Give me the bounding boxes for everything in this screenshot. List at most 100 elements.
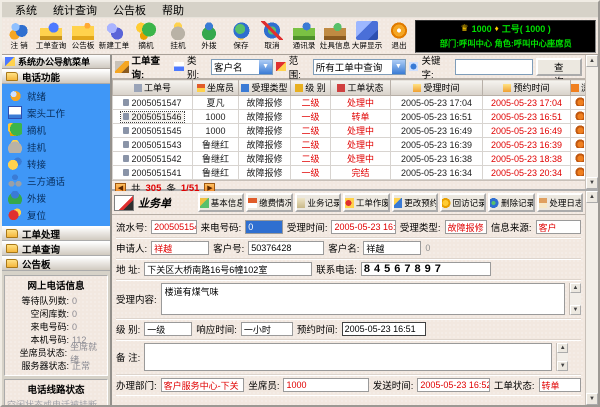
scroll-down-icon[interactable]: ▼ bbox=[586, 393, 598, 405]
toolbar-button[interactable]: 公告板 bbox=[67, 19, 97, 53]
level-field[interactable]: 一级 bbox=[144, 322, 192, 336]
table-row[interactable]: 2005051541 鲁继红 故障报修 一级 完结 2005-05-23 16:… bbox=[113, 166, 589, 180]
toolbar-button[interactable]: 摘机 bbox=[131, 19, 161, 53]
cell-order-no[interactable]: 2005051543 bbox=[113, 138, 193, 152]
cell-level[interactable]: 二级 bbox=[291, 124, 331, 138]
customer-name-field[interactable]: 祥越 bbox=[363, 241, 421, 255]
send-time-field[interactable]: 2005-05-23 16:52 bbox=[417, 378, 490, 392]
cell-appoint-time[interactable]: 2005-05-23 18:38 bbox=[483, 152, 571, 166]
sidebar-item[interactable]: 就绪 bbox=[8, 87, 110, 104]
applicant-field[interactable]: 祥越 bbox=[151, 241, 209, 255]
cell-accept-time[interactable]: 2005-05-23 16:49 bbox=[391, 124, 483, 138]
phone-field[interactable]: 84567897 bbox=[361, 262, 491, 276]
cell-level[interactable]: 一级 bbox=[291, 166, 331, 180]
sidebar-item[interactable]: 三方通话 bbox=[8, 172, 110, 189]
sidebar-item[interactable]: 复位 bbox=[8, 206, 110, 223]
cell-status[interactable]: 处理中 bbox=[331, 124, 391, 138]
toolbar-button[interactable]: 通讯录 bbox=[288, 19, 318, 53]
cell-order-no[interactable]: 2005051546 bbox=[113, 110, 193, 124]
scroll-down-icon[interactable]: ▼ bbox=[570, 305, 581, 315]
cell-appoint-time[interactable]: 2005-05-23 20:34 bbox=[483, 166, 571, 180]
toolbar-button[interactable]: 取消 bbox=[257, 19, 287, 53]
table-row[interactable]: 2005051547 夏凡 故障报修 二级 处理中 2005-05-23 17:… bbox=[113, 96, 589, 110]
browse-icon[interactable] bbox=[575, 125, 584, 134]
cell-agent[interactable]: 1000 bbox=[193, 110, 239, 124]
table-row[interactable]: 2005051545 1000 故障报修 二级 处理中 2005-05-23 1… bbox=[113, 124, 589, 138]
cell-status[interactable]: 完结 bbox=[331, 166, 391, 180]
address-field[interactable]: 下关区大桥南路16号6幢102室 bbox=[144, 262, 312, 276]
toolbar-button[interactable]: 注 销 bbox=[4, 19, 34, 53]
column-header[interactable]: 工单号 bbox=[113, 80, 193, 96]
browse-icon[interactable] bbox=[575, 139, 584, 148]
cell-level[interactable]: 二级 bbox=[291, 138, 331, 152]
cell-appoint-time[interactable]: 2005-05-23 17:04 bbox=[483, 96, 571, 110]
business-tab-button[interactable]: 基本信息 bbox=[198, 193, 244, 212]
response-field[interactable]: 一小时 bbox=[241, 322, 293, 336]
cell-order-no[interactable]: 2005051545 bbox=[113, 124, 193, 138]
cell-type[interactable]: 故障报修 bbox=[239, 138, 291, 152]
order-status-field[interactable]: 转单 bbox=[539, 378, 581, 392]
table-row[interactable]: 2005051542 鲁继红 故障报修 二级 处理中 2005-05-23 16… bbox=[113, 152, 589, 166]
content-scrollbar[interactable]: ▲▼ bbox=[569, 283, 581, 315]
column-header[interactable]: 受理时间 bbox=[391, 80, 483, 96]
cell-level[interactable]: 二级 bbox=[291, 152, 331, 166]
caller-field[interactable]: 0 bbox=[245, 220, 283, 234]
column-header[interactable]: 预约时间 bbox=[483, 80, 571, 96]
scope-select[interactable]: 所有工单中查询 bbox=[313, 59, 406, 75]
toolbar-button[interactable]: 灶具信息 bbox=[320, 19, 351, 53]
column-header[interactable]: 级 别 bbox=[291, 80, 331, 96]
table-row[interactable]: 2005051546 1000 故障报修 一级 转单 2005-05-23 16… bbox=[113, 110, 589, 124]
browse-icon[interactable] bbox=[575, 167, 584, 176]
scroll-up-icon[interactable]: ▲ bbox=[570, 283, 581, 293]
cell-level[interactable]: 一级 bbox=[291, 110, 331, 124]
cell-accept-time[interactable]: 2005-05-23 17:04 bbox=[391, 96, 483, 110]
sidebar-group-phone[interactable]: 电话功能 bbox=[2, 69, 110, 84]
cell-agent[interactable]: 鲁继红 bbox=[193, 138, 239, 152]
toolbar-button[interactable]: 挂机 bbox=[162, 19, 192, 53]
cell-status[interactable]: 处理中 bbox=[331, 96, 391, 110]
sidebar-item[interactable]: 案头工作 bbox=[8, 104, 110, 121]
cell-status[interactable]: 处理中 bbox=[331, 138, 391, 152]
toolbar-button[interactable]: 大屏显示 bbox=[352, 19, 383, 53]
table-row[interactable]: 2005051543 鲁继红 故障报修 二级 处理中 2005-05-23 16… bbox=[113, 138, 589, 152]
business-tab-button[interactable]: 处理日志 bbox=[537, 193, 583, 212]
sidebar-item[interactable]: 转接 bbox=[8, 155, 110, 172]
business-tab-button[interactable]: 回访记录 bbox=[440, 193, 486, 212]
sidebar-group[interactable]: 工单处理 bbox=[2, 226, 110, 241]
scroll-up-icon[interactable]: ▲ bbox=[586, 191, 598, 203]
cell-accept-time[interactable]: 2005-05-23 16:34 bbox=[391, 166, 483, 180]
scroll-up-icon[interactable]: ▲ bbox=[557, 343, 568, 353]
appoint-field[interactable]: 2005-05-23 16:51 bbox=[342, 322, 426, 336]
sidebar-group[interactable]: 工单查询 bbox=[2, 241, 110, 256]
cell-accept-time[interactable]: 2005-05-23 16:38 bbox=[391, 152, 483, 166]
cell-accept-time[interactable]: 2005-05-23 16:51 bbox=[391, 110, 483, 124]
cell-order-no[interactable]: 2005051542 bbox=[113, 152, 193, 166]
agent-field[interactable]: 1000 bbox=[283, 378, 368, 392]
cell-status[interactable]: 处理中 bbox=[331, 152, 391, 166]
cell-appoint-time[interactable]: 2005-05-23 16:39 bbox=[483, 138, 571, 152]
column-header[interactable]: 受理类型 bbox=[239, 80, 291, 96]
cell-level[interactable]: 二级 bbox=[291, 96, 331, 110]
table-scrollbar[interactable]: ▲ ▼ bbox=[585, 55, 598, 189]
sidebar-group[interactable]: 公告板 bbox=[2, 256, 110, 271]
cell-accept-time[interactable]: 2005-05-23 16:39 bbox=[391, 138, 483, 152]
business-tab-button[interactable]: 业务记录 bbox=[295, 193, 341, 212]
menu-item[interactable]: 统计查询 bbox=[46, 2, 104, 18]
cell-type[interactable]: 故障报修 bbox=[239, 110, 291, 124]
scroll-down-icon[interactable]: ▼ bbox=[586, 177, 598, 189]
form-scrollbar[interactable]: ▲ ▼ bbox=[585, 191, 598, 405]
cell-status[interactable]: 转单 bbox=[331, 110, 391, 124]
remark-scrollbar[interactable]: ▲▼ bbox=[556, 343, 568, 371]
business-tab-button[interactable]: 缴费情况 bbox=[246, 193, 292, 212]
toolbar-button[interactable]: 新建工单 bbox=[99, 19, 130, 53]
cell-agent[interactable]: 1000 bbox=[193, 124, 239, 138]
remark-textarea[interactable] bbox=[144, 343, 552, 371]
serial-field[interactable]: 2005051546 bbox=[151, 220, 196, 234]
browse-icon[interactable] bbox=[575, 153, 584, 162]
cell-type[interactable]: 故障报修 bbox=[239, 152, 291, 166]
business-tab-button[interactable]: 更改预约 bbox=[392, 193, 438, 212]
scroll-down-icon[interactable]: ▼ bbox=[557, 361, 568, 371]
scroll-up-icon[interactable]: ▲ bbox=[586, 55, 598, 67]
toolbar-button[interactable]: 保存 bbox=[225, 19, 255, 53]
cell-agent[interactable]: 鲁继红 bbox=[193, 166, 239, 180]
